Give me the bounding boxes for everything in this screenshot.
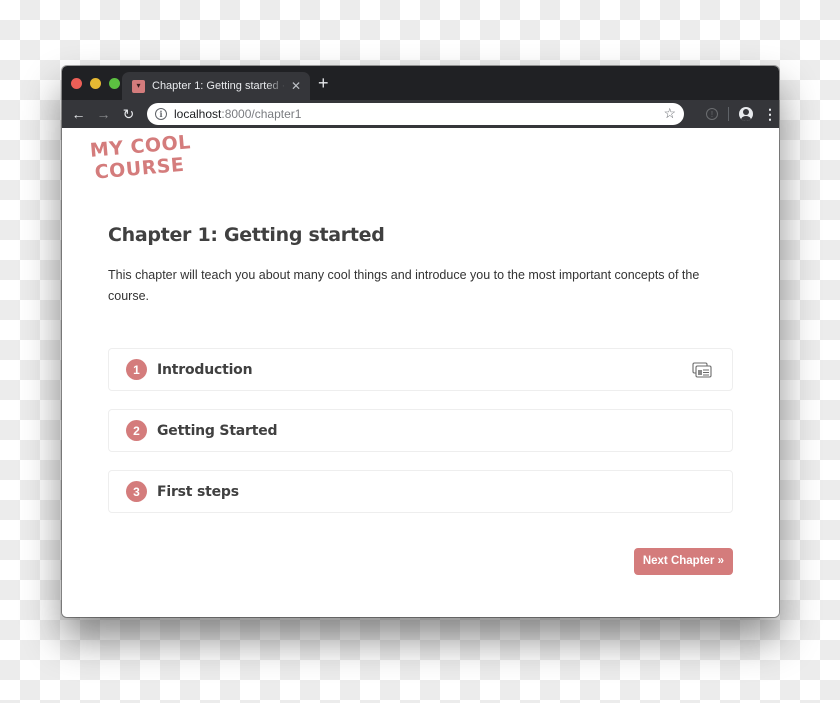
- url-host: localhost: [174, 107, 222, 121]
- section-item-introduction[interactable]: 1 Introduction: [108, 348, 733, 391]
- browser-tab-active[interactable]: ▾ Chapter 1: Getting started · My Cool C…: [122, 72, 310, 100]
- section-number-badge: 1: [126, 359, 147, 380]
- section-title: Introduction: [157, 361, 253, 378]
- browser-window: ▾ Chapter 1: Getting started · My Cool C…: [62, 66, 779, 617]
- section-list: 1 Introduction 2 Getting Started 3 First…: [108, 348, 733, 513]
- close-tab-icon[interactable]: ✕: [286, 79, 306, 93]
- page-content: MY COOL COURSE Chapter 1: Getting starte…: [62, 128, 779, 617]
- chapter-description: This chapter will teach you about many c…: [108, 268, 700, 303]
- section-number-badge: 2: [126, 420, 147, 441]
- reload-button[interactable]: ↻: [116, 106, 141, 123]
- section-number-badge: 3: [126, 481, 147, 502]
- browser-toolbar: ← → ↻ i localhost:8000/chapter1 ☆ ! ⋮: [62, 100, 779, 128]
- chapter-content: Chapter 1: Getting started This chapter …: [108, 224, 733, 531]
- site-info-icon[interactable]: i: [155, 108, 167, 120]
- next-chapter-button[interactable]: Next Chapter »: [633, 548, 733, 575]
- maximize-window-button[interactable]: [109, 78, 120, 89]
- tab-title: Chapter 1: Getting started · My Cool Cou…: [152, 80, 286, 92]
- new-tab-button[interactable]: +: [318, 74, 329, 92]
- browser-menu-icon[interactable]: ⋮: [763, 106, 777, 123]
- back-button[interactable]: ←: [66, 106, 91, 122]
- chapter-title: Chapter 1: Getting started: [108, 224, 385, 246]
- forward-button[interactable]: →: [91, 106, 116, 122]
- url-path: :8000/chapter1: [221, 107, 302, 121]
- profile-avatar-icon[interactable]: [739, 107, 753, 121]
- favicon-icon: ▾: [132, 79, 145, 93]
- close-window-button[interactable]: [71, 78, 82, 89]
- window-controls: [71, 78, 120, 89]
- toolbar-divider: [728, 107, 729, 121]
- site-logo[interactable]: MY COOL COURSE: [89, 131, 194, 184]
- address-bar[interactable]: i localhost:8000/chapter1 ☆: [147, 103, 684, 125]
- bookmark-star-icon[interactable]: ☆: [663, 105, 676, 122]
- section-item-getting-started[interactable]: 2 Getting Started: [108, 409, 733, 452]
- toolbar-actions: ! ⋮: [706, 100, 777, 128]
- slides-icon[interactable]: [692, 362, 712, 378]
- section-title: Getting Started: [157, 422, 278, 439]
- section-title: First steps: [157, 483, 239, 500]
- extension-icon[interactable]: !: [706, 108, 718, 120]
- section-item-first-steps[interactable]: 3 First steps: [108, 470, 733, 513]
- minimize-window-button[interactable]: [90, 78, 101, 89]
- tab-strip: ▾ Chapter 1: Getting started · My Cool C…: [62, 66, 779, 100]
